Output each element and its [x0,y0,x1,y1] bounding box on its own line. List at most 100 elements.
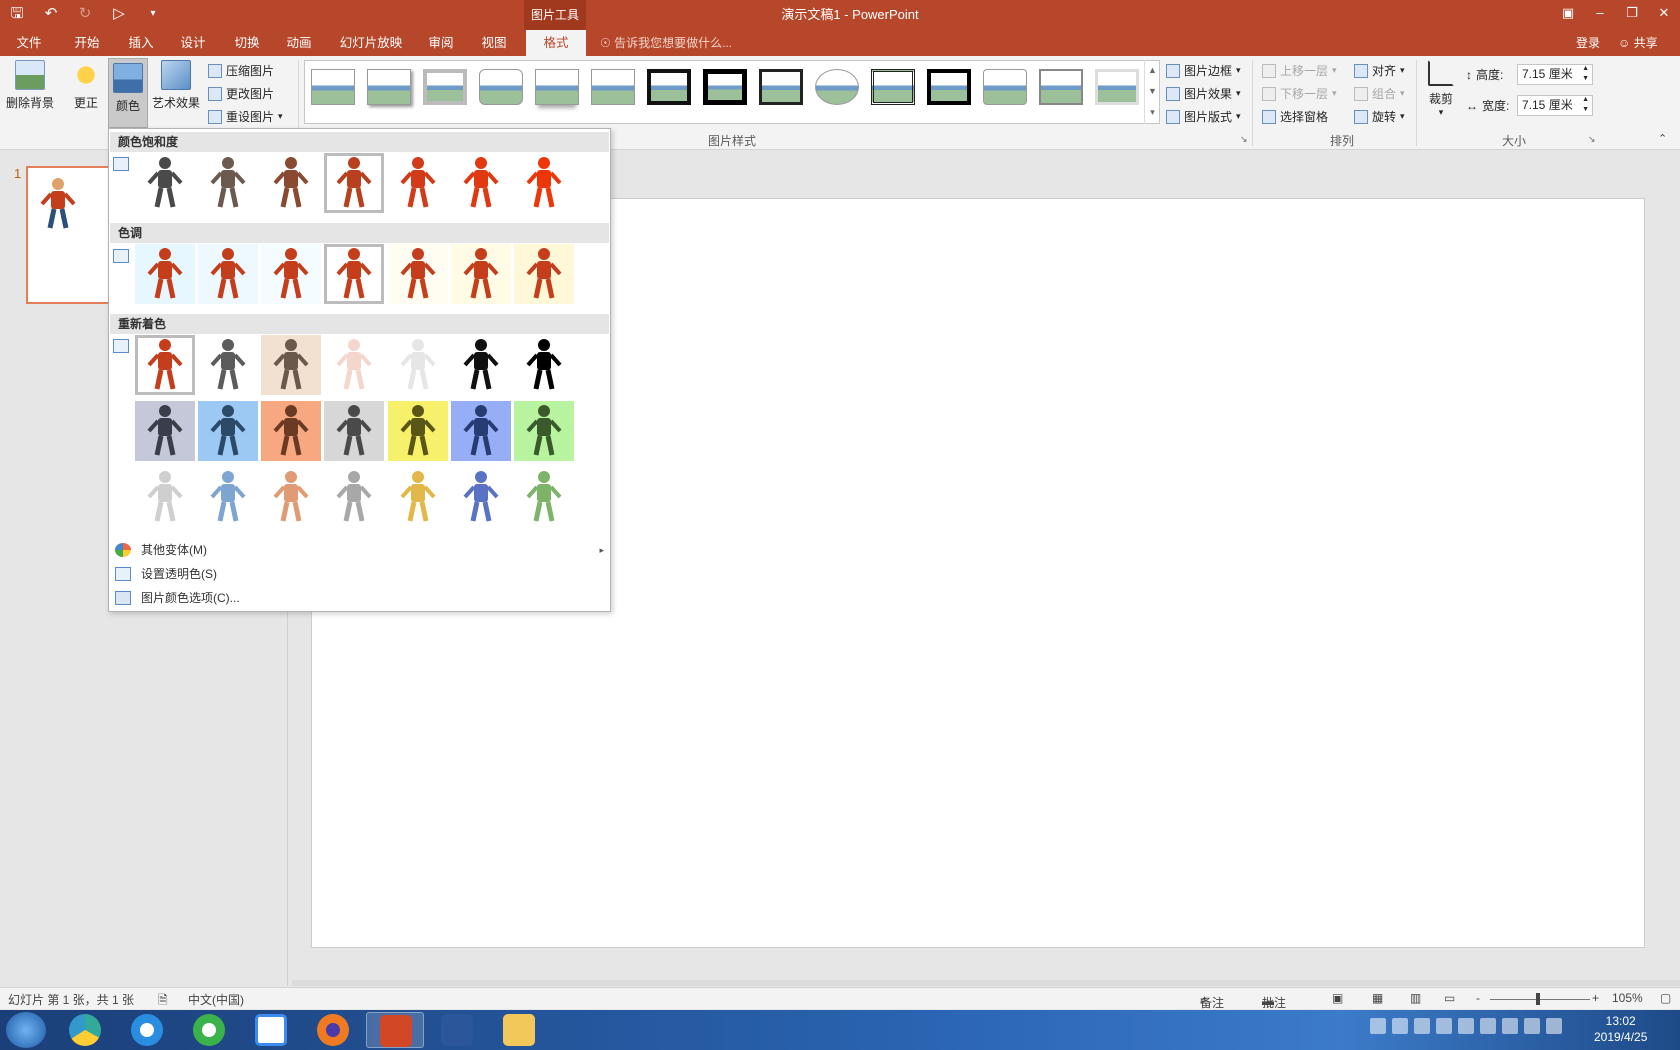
save-icon[interactable]: 🖫 [6,4,28,24]
picture-style-4[interactable] [479,69,523,105]
recolor-swatch[interactable] [261,335,321,395]
spinner-icon[interactable]: ▲ ▼ [1582,64,1589,84]
styles-launcher-icon[interactable]: ↘ [1240,134,1248,145]
picture-layout-button[interactable]: 图片版式 ▾ [1166,108,1241,125]
picture-style-15[interactable] [1095,69,1139,105]
recolor-swatch[interactable] [388,335,448,395]
tab-file[interactable]: 文件 [8,30,50,56]
crop-button[interactable]: 裁剪 ▾ [1424,60,1458,118]
tab-animations[interactable]: 动画 [278,30,320,56]
align-button[interactable]: 对齐 ▾ [1354,62,1405,79]
taskbar-file-explorer[interactable] [490,1012,548,1048]
taskbar-firefox[interactable] [304,1012,362,1048]
recolor-swatch[interactable] [198,335,258,395]
picture-border-button[interactable]: 图片边框 ▾ [1166,62,1241,79]
saturation-swatch[interactable] [261,153,321,213]
width-input[interactable]: 7.15 厘米 ▲ ▼ [1517,95,1593,116]
recolor-swatch[interactable] [451,335,511,395]
picture-style-12[interactable] [927,69,971,105]
gallery-scroll[interactable]: ▲ ▼ ▾ [1144,60,1160,124]
size-launcher-icon[interactable]: ↘ [1588,134,1596,145]
group-button[interactable]: 组合 ▾ [1354,85,1405,102]
customize-icon[interactable]: ▾ [142,4,164,24]
compress-pictures-button[interactable]: 压缩图片 [208,62,274,79]
slideshow-icon[interactable]: ▷ [108,4,130,24]
reset-picture-button[interactable]: 重设图片 ▾ [208,108,283,125]
tab-format[interactable]: 格式 [526,30,586,56]
saturation-swatch[interactable] [451,153,511,213]
restore-icon[interactable]: ❐ [1616,0,1648,26]
minimize-icon[interactable]: – [1584,0,1616,26]
height-input[interactable]: 7.15 厘米 ▲ ▼ [1517,64,1593,85]
saturation-swatch[interactable] [388,153,448,213]
tab-home[interactable]: 开始 [66,30,108,56]
saturation-swatch[interactable] [514,153,574,213]
picture-style-10[interactable] [815,69,859,105]
taskbar-powerpoint[interactable] [366,1012,424,1048]
picture-color-options-item[interactable]: 图片颜色选项(C)... [109,587,610,609]
recolor-swatch[interactable] [451,467,511,527]
recolor-swatch[interactable] [514,401,574,461]
tone-swatch[interactable] [451,244,511,304]
zoom-in-button[interactable]: + [1592,991,1599,1005]
taskbar-360-browser[interactable] [180,1012,238,1048]
saturation-swatch[interactable] [324,153,384,213]
flag-icon[interactable] [1524,1018,1540,1034]
recolor-swatch[interactable] [451,401,511,461]
gallery-more-icon[interactable]: ▾ [1145,102,1160,123]
picture-style-13[interactable] [983,69,1027,105]
language-indicator[interactable]: 中文(中国) [188,991,244,1008]
bring-forward-button[interactable]: 上移一层 ▾ [1262,62,1337,79]
share-button[interactable]: ☺ 共享 [1618,30,1658,56]
taskbar-word[interactable] [428,1012,486,1048]
picture-style-7[interactable] [647,69,691,105]
recolor-swatch[interactable] [261,467,321,527]
recolor-swatch[interactable] [198,401,258,461]
undo-icon[interactable]: ↶ [40,4,62,24]
tab-design[interactable]: 设计 [172,30,214,56]
picture-style-14[interactable] [1039,69,1083,105]
redo-icon[interactable]: ↻ [74,4,96,24]
clock[interactable]: 13:02 2019/4/25 [1594,1013,1647,1045]
more-variations-item[interactable]: 其他变体(M) ▸ [109,539,610,561]
recolor-swatch[interactable] [324,401,384,461]
normal-view-icon[interactable]: ▣ [1332,991,1343,1005]
set-transparent-color-item[interactable]: 设置透明色(S) [109,563,610,585]
picture-style-2[interactable] [367,69,411,105]
spellcheck-icon[interactable]: 🗎 [158,991,168,1012]
picture-style-3[interactable] [423,69,467,105]
scroll-down-icon[interactable]: ▼ [1145,81,1160,102]
tab-review[interactable]: 审阅 [420,30,462,56]
picture-style-5[interactable] [535,69,579,105]
recolor-swatch[interactable] [198,467,258,527]
zoom-level[interactable]: 105% [1612,991,1643,1005]
reading-view-icon[interactable]: ▥ [1410,991,1421,1005]
artistic-effects-button[interactable]: 艺术效果 [150,60,202,111]
slideshow-view-icon[interactable]: ▭ [1444,991,1455,1005]
fit-to-window-icon[interactable]: ▢ [1660,991,1671,1005]
selection-pane-button[interactable]: 选择窗格 [1262,108,1328,125]
picture-style-6[interactable] [591,69,635,105]
recolor-swatch[interactable] [514,467,574,527]
recolor-swatch[interactable] [388,467,448,527]
action-center-icon[interactable] [1546,1018,1562,1034]
tab-slideshow[interactable]: 幻灯片放映 [334,30,408,56]
tone-swatch[interactable] [388,244,448,304]
color-button[interactable]: 颜色 [108,58,148,128]
tone-swatch[interactable] [135,244,195,304]
tab-view[interactable]: 视图 [473,30,515,56]
battery-icon[interactable] [1436,1018,1452,1034]
rotate-button[interactable]: 旋转 ▾ [1354,108,1405,125]
picture-style-8[interactable] [703,69,747,105]
saturation-swatch[interactable] [198,153,258,213]
taskbar-ie[interactable] [118,1012,176,1048]
ribbon-display-icon[interactable]: ▣ [1552,0,1584,26]
tab-insert[interactable]: 插入 [120,30,162,56]
picture-effects-button[interactable]: 图片效果 ▾ [1166,85,1241,102]
picture-style-1[interactable] [311,69,355,105]
saturation-swatch[interactable] [135,153,195,213]
tab-transitions[interactable]: 切换 [226,30,268,56]
remove-background-button[interactable]: 删除背景 [4,60,56,111]
recolor-swatch[interactable] [324,335,384,395]
horizontal-scrollbar[interactable] [292,980,1680,986]
